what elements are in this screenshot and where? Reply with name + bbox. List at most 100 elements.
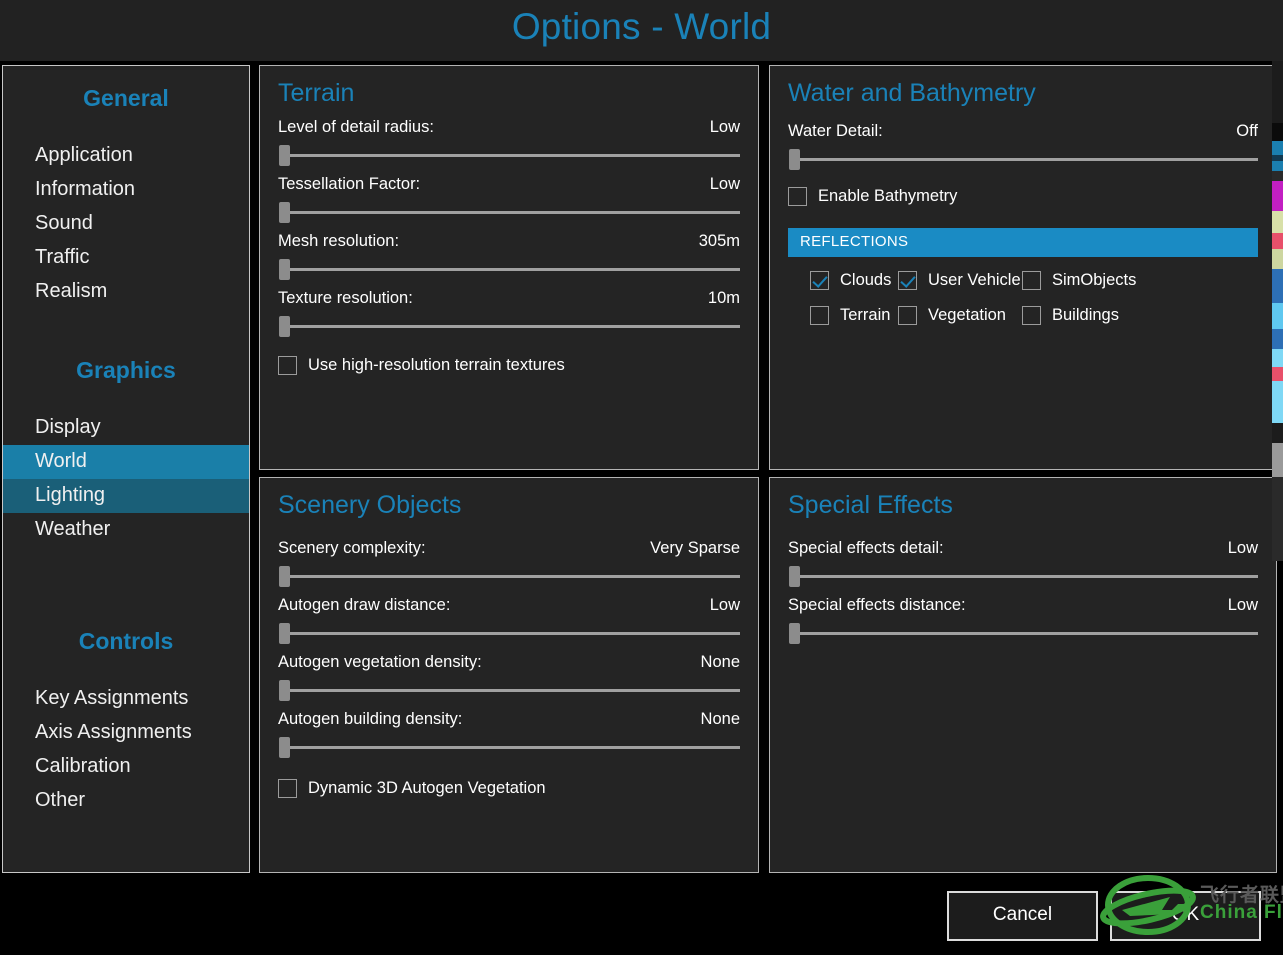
slider-label: Water Detail:: [788, 122, 883, 141]
reflection-checkbox-vegetation[interactable]: Vegetation: [898, 306, 1022, 325]
sidebar-item-application[interactable]: Application: [3, 139, 249, 173]
slider-row-scenery-2: Autogen vegetation density: None: [278, 653, 740, 710]
sidebar-item-lighting[interactable]: Lighting: [3, 479, 249, 513]
reflection-checkbox-buildings[interactable]: Buildings: [1022, 306, 1119, 325]
bleed-segment: [1272, 349, 1283, 367]
panel-special-effects: Special Effects Special effects detail:L…: [769, 477, 1277, 873]
slider-thumb[interactable]: [279, 316, 290, 337]
checkbox[interactable]: [788, 187, 807, 206]
reflection-checkbox-user-vehicle[interactable]: User Vehicle: [898, 271, 1022, 290]
panel-water-bathymetry: Water and Bathymetry Water Detail:OffEna…: [769, 65, 1277, 470]
ok-button[interactable]: OK: [1110, 891, 1261, 941]
slider-thumb[interactable]: [789, 623, 800, 644]
slider-row-scenery-0: Scenery complexity:Very Sparse: [278, 539, 740, 596]
sidebar-item-other[interactable]: Other: [3, 784, 249, 818]
slider-thumb[interactable]: [279, 202, 290, 223]
slider-control[interactable]: [278, 626, 740, 640]
sidebar-item-display[interactable]: Display: [3, 411, 249, 445]
sidebar-group-graphics: DisplayWorldLightingWeather: [3, 411, 249, 547]
sidebar-item-traffic[interactable]: Traffic: [3, 241, 249, 275]
sidebar-item-weather[interactable]: Weather: [3, 513, 249, 547]
slider-thumb[interactable]: [279, 145, 290, 166]
checkbox[interactable]: [810, 306, 829, 325]
reflections-row: TerrainVegetation Buildings: [810, 306, 1258, 325]
slider-label: Scenery complexity:: [278, 539, 426, 558]
slider-thumb[interactable]: [279, 623, 290, 644]
bleed-segment: [1272, 171, 1283, 181]
slider-thumb[interactable]: [279, 259, 290, 280]
dynamic-3d-autogen-vegetation-checkbox[interactable]: Dynamic 3D Autogen Vegetation: [278, 779, 740, 798]
checkbox-label: Buildings: [1052, 306, 1119, 325]
sidebar-item-world[interactable]: World: [3, 445, 249, 479]
slider-control[interactable]: [788, 569, 1258, 583]
slider-thumb[interactable]: [279, 680, 290, 701]
slider-row-terrain-1: Tessellation Factor:Low: [278, 175, 740, 232]
slider-control[interactable]: [278, 683, 740, 697]
enable-bathymetry-checkbox[interactable]: Enable Bathymetry: [788, 187, 1258, 206]
checkbox[interactable]: [898, 306, 917, 325]
slider-track[interactable]: [798, 575, 1258, 578]
slider-control[interactable]: [278, 205, 740, 219]
reflection-checkbox-clouds[interactable]: Clouds: [810, 271, 898, 290]
reflection-checkbox-simobjects[interactable]: SimObjects: [1022, 271, 1136, 290]
slider-label: Autogen vegetation density:: [278, 653, 482, 672]
slider-thumb[interactable]: [789, 566, 800, 587]
checkbox[interactable]: [1022, 271, 1041, 290]
slider-value: Low: [710, 596, 740, 615]
slider-control[interactable]: [278, 262, 740, 276]
bleed-segment: [1272, 61, 1283, 123]
bleed-segment: [1272, 249, 1283, 269]
reflection-checkbox-terrain[interactable]: Terrain: [810, 306, 898, 325]
checkbox[interactable]: [810, 271, 829, 290]
slider-track[interactable]: [288, 575, 740, 578]
slider-control[interactable]: [788, 626, 1258, 640]
sidebar-item-key-assignments[interactable]: Key Assignments: [3, 682, 249, 716]
slider-track[interactable]: [288, 632, 740, 635]
sidebar-item-realism[interactable]: Realism: [3, 275, 249, 309]
sidebar-item-calibration[interactable]: Calibration: [3, 750, 249, 784]
slider-track[interactable]: [288, 325, 740, 328]
slider-row-scenery-1: Autogen draw distance:Low: [278, 596, 740, 653]
slider-control[interactable]: [278, 319, 740, 333]
sidebar-item-sound[interactable]: Sound: [3, 207, 249, 241]
slider-value: None: [701, 710, 740, 729]
slider-control[interactable]: [278, 148, 740, 162]
bleed-segment: [1272, 303, 1283, 329]
slider-control[interactable]: [788, 152, 1258, 166]
reflections-grid: CloudsUser VehicleSimObjects TerrainVeget…: [788, 271, 1258, 325]
slider-track[interactable]: [288, 211, 740, 214]
reflections-header: REFLECTIONS: [788, 228, 1258, 257]
background-bleed-strip: [1272, 61, 1283, 561]
slider-control[interactable]: [278, 740, 740, 754]
slider-track[interactable]: [288, 268, 740, 271]
sidebar-group-title-general: General: [3, 85, 249, 112]
panel-title-effects: Special Effects: [788, 491, 953, 520]
checkbox[interactable]: [1022, 306, 1041, 325]
slider-control[interactable]: [278, 569, 740, 583]
slider-track[interactable]: [288, 689, 740, 692]
slider-thumb[interactable]: [789, 149, 800, 170]
terrain-hires-textures-checkbox[interactable]: Use high-resolution terrain textures: [278, 356, 740, 375]
checkbox[interactable]: [278, 356, 297, 375]
sidebar-item-axis-assignments[interactable]: Axis Assignments: [3, 716, 249, 750]
slider-thumb[interactable]: [279, 566, 290, 587]
panel-title-water: Water and Bathymetry: [788, 79, 1036, 108]
sidebar-item-information[interactable]: Information: [3, 173, 249, 207]
slider-thumb[interactable]: [279, 737, 290, 758]
slider-track[interactable]: [798, 158, 1258, 161]
checkbox[interactable]: [278, 779, 297, 798]
cancel-button[interactable]: Cancel: [947, 891, 1098, 941]
bleed-segment: [1272, 123, 1283, 141]
sidebar-group-title-graphics: Graphics: [3, 357, 249, 384]
panel-terrain: Terrain Level of detail radius:LowTessel…: [259, 65, 759, 470]
checkbox[interactable]: [898, 271, 917, 290]
slider-track[interactable]: [798, 632, 1258, 635]
slider-value: None: [701, 653, 740, 672]
slider-track[interactable]: [288, 746, 740, 749]
title-bar: Options - World: [0, 0, 1283, 61]
slider-value: 305m: [699, 232, 740, 251]
slider-label: Special effects detail:: [788, 539, 944, 558]
slider-label: Autogen building density:: [278, 710, 462, 729]
slider-track[interactable]: [288, 154, 740, 157]
slider-row-terrain-2: Mesh resolution:305m: [278, 232, 740, 289]
